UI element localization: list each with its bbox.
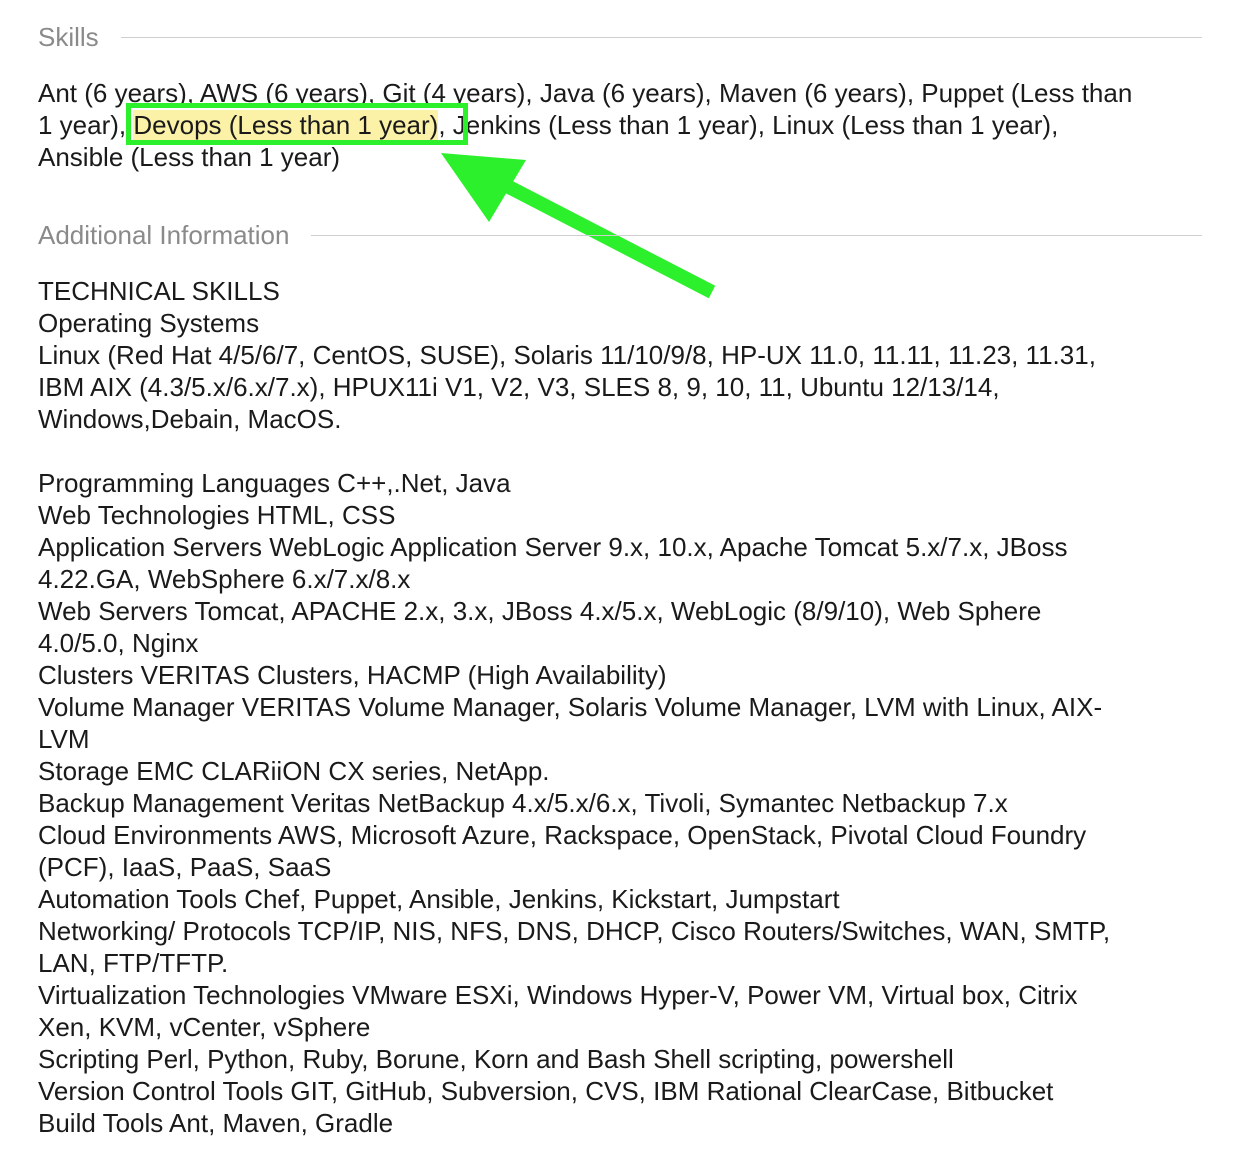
info-line: Cloud Environments AWS, Microsoft Azure,… [38, 820, 1087, 850]
info-line: Storage EMC CLARiiON CX series, NetApp. [38, 756, 550, 786]
info-line: (PCF), IaaS, PaaS, SaaS [38, 852, 332, 882]
info-line: LVM [38, 724, 90, 754]
info-line: Automation Tools Chef, Puppet, Ansible, … [38, 884, 840, 914]
additional-info-heading-label: Additional Information [38, 220, 290, 250]
info-line: Operating Systems [38, 308, 260, 338]
info-line: Build Tools Ant, Maven, Gradle [38, 1108, 394, 1138]
info-line: Clusters VERITAS Clusters, HACMP (High A… [38, 660, 667, 690]
info-line: Web Technologies HTML, CSS [38, 500, 396, 530]
info-line: 4.0/5.0, Nginx [38, 628, 199, 658]
info-line: Application Servers WebLogic Application… [38, 532, 1068, 562]
info-line: Volume Manager VERITAS Volume Manager, S… [38, 692, 1103, 722]
additional-info-heading-divider [311, 235, 1202, 236]
additional-info-body: TECHNICAL SKILLS Operating Systems Linux (… [38, 275, 1208, 1139]
info-line: 4.22.GA, WebSphere 6.x/7.x/8.x [38, 564, 411, 594]
info-line: LAN, FTP/TFTP. [38, 948, 229, 978]
info-line: Virtualization Technologies VMware ESXi,… [38, 980, 1078, 1010]
info-line: Networking/ Protocols TCP/IP, NIS, NFS, … [38, 916, 1111, 946]
info-line: Windows,Debain, MacOS. [38, 404, 342, 434]
info-line: Programming Languages C++,.Net, Java [38, 468, 511, 498]
info-line: Web Servers Tomcat, APACHE 2.x, 3.x, JBo… [38, 596, 1042, 626]
info-line: TECHNICAL SKILLS [38, 276, 280, 306]
info-line: Linux (Red Hat 4/5/6/7, CentOS, SUSE), S… [38, 340, 1096, 370]
additional-info-section-heading: Additional Information [38, 220, 1202, 251]
info-line: IBM AIX (4.3/5.x/6.x/7.x), HPUX11i V1, V… [38, 372, 1000, 402]
info-line: Xen, KVM, vCenter, vSphere [38, 1012, 371, 1042]
info-line: Scripting Perl, Python, Ruby, Borune, Ko… [38, 1044, 954, 1074]
info-line: Version Control Tools GIT, GitHub, Subve… [38, 1076, 1054, 1106]
info-line: Backup Management Veritas NetBackup 4.x/… [38, 788, 1008, 818]
